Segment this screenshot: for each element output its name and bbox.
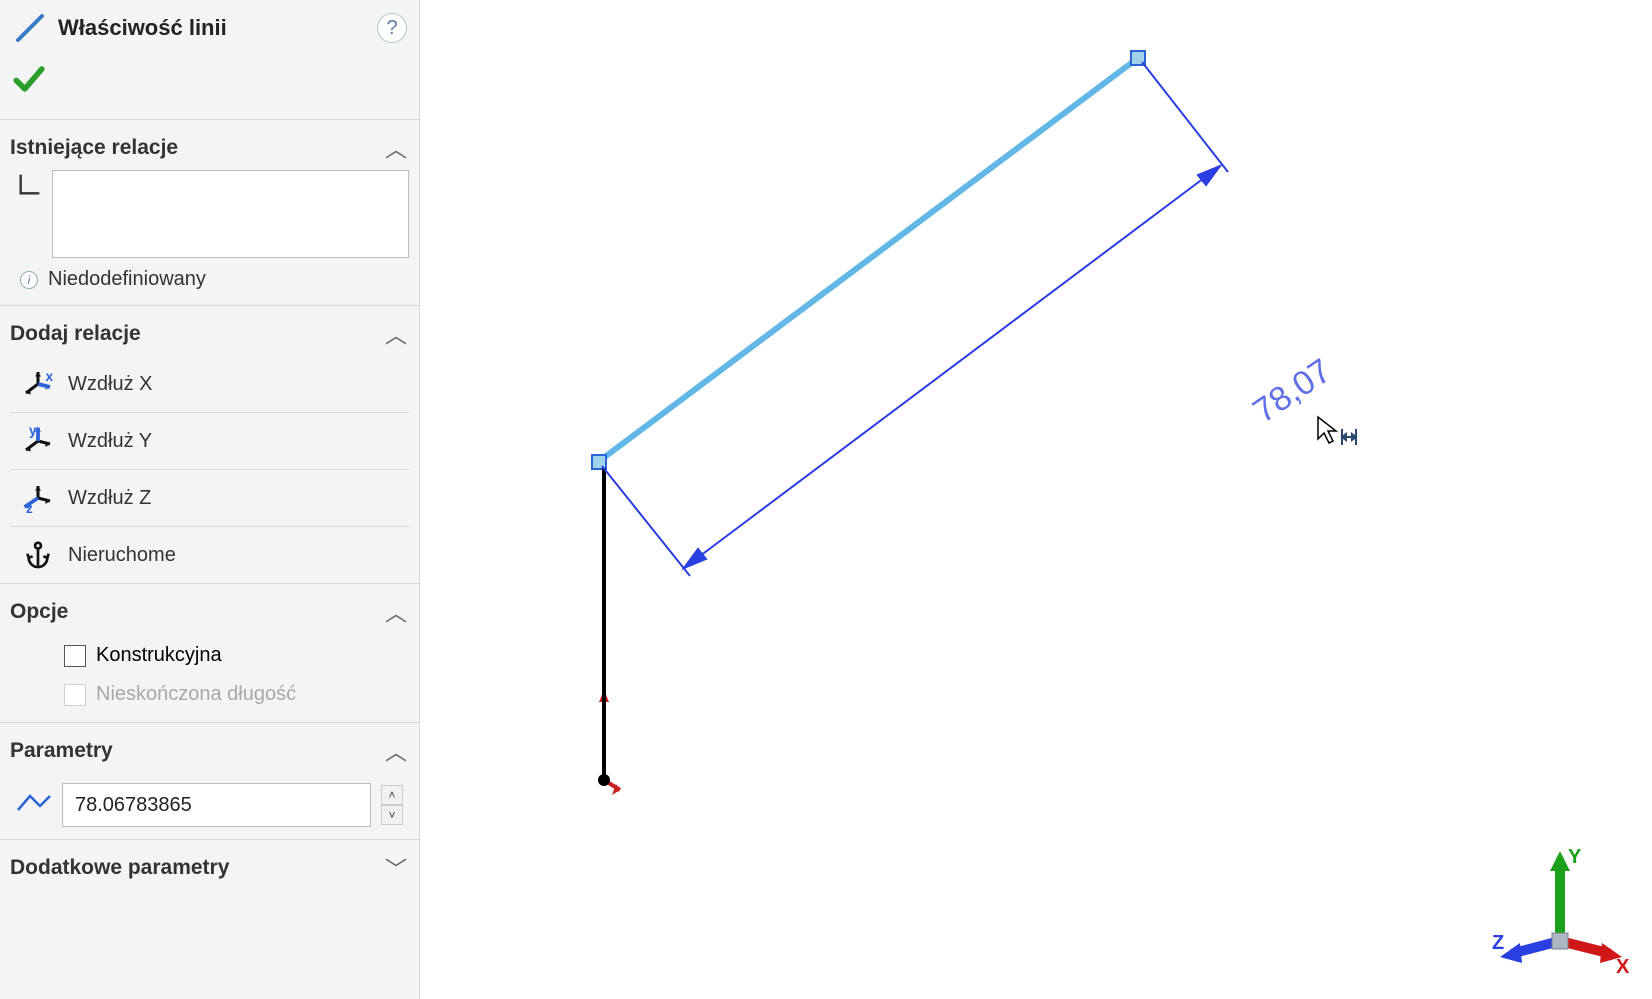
axis-x-icon: x: [16, 364, 60, 404]
info-icon: i: [20, 271, 38, 289]
property-panel: Właściwość linii ? Istniejące relacje ︿ …: [0, 0, 420, 999]
relation-label: Wzdłuż Y: [68, 430, 152, 453]
origin-triad-icon: [598, 636, 620, 795]
panel-header: Właściwość linii ?: [0, 0, 419, 56]
section-title: Dodatkowe parametry: [10, 856, 229, 880]
panel-title: Właściwość linii: [58, 15, 367, 41]
anchor-icon: [16, 535, 60, 575]
checkbox-label: Nieskończona długość: [96, 683, 296, 706]
axis-label-x: X: [1616, 956, 1630, 978]
construction-checkbox-row[interactable]: Konstrukcyjna: [10, 634, 409, 673]
definition-status-row: i Niedodefiniowany: [10, 258, 409, 295]
relation-label: Nieruchome: [68, 544, 176, 567]
parameter-length-row: ˄ ˅: [10, 773, 409, 829]
relations-type-icon: [16, 170, 44, 203]
section-add-relations: Dodaj relacje ︿ x Wzdłuż X: [0, 306, 419, 584]
section-additional-parameters: Dodatkowe parametry ﹀: [0, 840, 419, 902]
sketch-canvas[interactable]: [420, 0, 1652, 999]
chevron-up-icon[interactable]: ︿: [385, 318, 407, 350]
checkbox-label: Konstrukcyjna: [96, 644, 222, 667]
section-header-add-relations[interactable]: Dodaj relacje ︿: [10, 314, 409, 356]
cursor-icon: [1316, 415, 1350, 449]
axis-label-z: Z: [1492, 932, 1504, 954]
section-options: Opcje ︿ Konstrukcyjna Nieskończona długo…: [0, 584, 419, 723]
svg-text:z: z: [26, 501, 33, 516]
axis-z-icon: z: [16, 478, 60, 518]
relation-fixed-button[interactable]: Nieruchome: [10, 526, 409, 583]
dimension-annotation[interactable]: [602, 62, 1228, 576]
chevron-up-icon[interactable]: ︿: [385, 735, 407, 767]
svg-text:y: y: [29, 423, 37, 438]
relation-label: Wzdłuż X: [68, 373, 152, 396]
section-title: Opcje: [10, 600, 68, 624]
section-header-options[interactable]: Opcje ︿: [10, 592, 409, 634]
spin-up-button[interactable]: ˄: [381, 785, 403, 805]
graphics-viewport[interactable]: 78,07 Y X: [420, 0, 1652, 999]
axis-y-icon: y: [16, 421, 60, 461]
relation-label: Wzdłuż Z: [68, 487, 151, 510]
checkbox-icon[interactable]: [64, 645, 86, 667]
selected-sketch-line[interactable]: [598, 58, 1138, 462]
length-parameter-icon: [16, 789, 52, 822]
chevron-down-icon[interactable]: ﹀: [385, 852, 407, 884]
accept-icon[interactable]: [12, 66, 46, 104]
svg-text:x: x: [46, 369, 54, 384]
length-input[interactable]: [62, 783, 371, 827]
section-title: Parametry: [10, 739, 113, 763]
relation-along-z-button[interactable]: z Wzdłuż Z: [10, 469, 409, 526]
checkbox-icon: [64, 684, 86, 706]
help-icon[interactable]: ?: [377, 13, 407, 43]
length-spinbox: ˄ ˅: [381, 785, 403, 825]
section-existing-relations: Istniejące relacje ︿ i Niedodefiniowany: [0, 120, 419, 306]
chevron-up-icon[interactable]: ︿: [385, 132, 407, 164]
section-header-parameters[interactable]: Parametry ︿: [10, 731, 409, 773]
confirm-row: [0, 56, 419, 120]
line-icon: [12, 10, 48, 46]
view-orientation-triad[interactable]: Y X Z: [1490, 841, 1630, 981]
chevron-up-icon[interactable]: ︿: [385, 596, 407, 628]
infinite-length-checkbox-row: Nieskończona długość: [10, 673, 409, 712]
section-title: Dodaj relacje: [10, 322, 141, 346]
section-title: Istniejące relacje: [10, 136, 178, 160]
relation-along-y-button[interactable]: y Wzdłuż Y: [10, 412, 409, 469]
section-header-additional-parameters[interactable]: Dodatkowe parametry ﹀: [10, 848, 409, 892]
relation-along-x-button[interactable]: x Wzdłuż X: [10, 356, 409, 412]
definition-status: Niedodefiniowany: [48, 268, 206, 291]
section-header-existing-relations[interactable]: Istniejące relacje ︿: [10, 128, 409, 170]
existing-relations-list[interactable]: [52, 170, 409, 258]
axis-label-y: Y: [1568, 846, 1582, 868]
spin-down-button[interactable]: ˅: [381, 805, 403, 825]
section-parameters: Parametry ︿ ˄ ˅: [0, 723, 419, 840]
